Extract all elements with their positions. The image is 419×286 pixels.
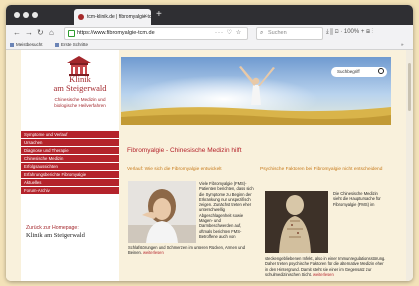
favicon-icon — [78, 14, 84, 20]
maximize-window-icon[interactable] — [32, 12, 38, 18]
tab-close-icon[interactable]: × — [143, 9, 147, 25]
new-tab-button[interactable]: + — [156, 8, 162, 22]
menu-item-symptome[interactable]: Symptome und Verlauf — [21, 131, 119, 138]
menu-item-erfahrungsberichte[interactable]: Erfahrungsberichte Fibromyalgie — [21, 171, 119, 178]
address-bar[interactable]: https://www.fibromyalgie-tcm.de ··· ♡ ☆ — [64, 27, 248, 40]
bookmark-item[interactable]: Meistbesucht — [10, 40, 43, 49]
tired-woman-photo — [128, 181, 196, 243]
acupuncture-figure-photo — [265, 191, 328, 253]
navigation-toolbar: ← → ↻ ⌂ https://www.fibromyalgie-tcm.de … — [6, 25, 413, 40]
bookmark-label: Meistbesucht — [16, 42, 43, 47]
close-window-icon[interactable] — [14, 12, 20, 18]
article-text-verlauf-continued: Schlafstörungen und Schmerzen im unteren… — [128, 245, 255, 256]
title-bar: tcm-klinik.de | fibromyalgie-tcm-de × + — [6, 5, 413, 25]
bookmarks-bar: Meistbesucht Erste Schritte » — [6, 40, 413, 50]
gear-icon — [10, 42, 14, 47]
menu-item-diagnose[interactable]: Diagnose und Therapie — [21, 147, 119, 154]
article-text-psychische-faktoren: Die Chinesische Medizin sieht die Hauptu… — [333, 191, 381, 207]
page-actions-icons[interactable]: ··· ♡ ☆ — [215, 28, 242, 39]
toolbar-right-icons[interactable]: ⤓ ⫼ ⊡ · 100% + ⊞ ⋮ — [326, 25, 373, 40]
lock-icon — [68, 30, 75, 37]
bookmark-label: Erste Schritte — [61, 42, 89, 47]
browser-window: tcm-klinik.de | fibromyalgie-tcm-de × + … — [6, 5, 413, 281]
site-search-input[interactable]: Suchbegriff — [331, 67, 387, 77]
article-text-psychische-faktoren-continued: steckengebliebenen Infekt, also in einer… — [265, 256, 387, 277]
address-url: https://www.fibromyalgie-tcm.de — [77, 30, 155, 36]
article-text-verlauf: Viele Fibromyalgie (FMS)-Patienten beric… — [199, 181, 254, 239]
browser-tab[interactable]: tcm-klinik.de | fibromyalgie-tcm-de × — [74, 9, 151, 25]
back-to-homepage[interactable]: Zurück zur Homepage: Klinik am Steigerwa… — [26, 225, 118, 240]
menu-item-forum-archiv[interactable]: Forum-Archiv — [21, 187, 119, 194]
search-icon[interactable] — [378, 68, 384, 74]
web-page: Klinik am Steigerwald Chinesische Medizi… — [6, 50, 406, 281]
bookmark-item[interactable]: Erste Schritte — [55, 40, 88, 49]
reload-icon[interactable]: ↻ — [37, 25, 44, 40]
firefox-icon — [55, 42, 59, 47]
forward-arrow-icon[interactable]: → — [25, 25, 33, 40]
article-heading-psychische-faktoren[interactable]: Psychische Faktoren bei Fibromyalgie nic… — [260, 167, 390, 173]
menu-item-chinesische-medizin[interactable]: Chinesische Medizin — [21, 155, 119, 162]
tab-title: tcm-klinik.de | fibromyalgie-tcm-de — [87, 14, 151, 20]
main-menu: Symptome und Verlauf Ursachen Diagnose u… — [21, 131, 119, 195]
browser-search-field[interactable]: ⌕ Suchen — [256, 27, 323, 40]
home-icon[interactable]: ⌂ — [49, 25, 54, 40]
read-more-link[interactable]: weiterlesen — [313, 272, 334, 277]
back-link[interactable]: Klinik am Steigerwald — [26, 232, 118, 240]
scrollbar-thumb[interactable] — [408, 63, 411, 111]
read-more-link[interactable]: weiterlesen — [143, 250, 164, 255]
menu-item-ursachen[interactable]: Ursachen — [21, 139, 119, 146]
back-label: Zurück zur Homepage: — [26, 225, 79, 231]
minimize-window-icon[interactable] — [23, 12, 29, 18]
browser-search-placeholder: Suchen — [268, 30, 287, 36]
page-title: Fibromyalgie - Chinesische Medizin hilft — [127, 147, 242, 154]
search-icon: ⌕ — [260, 30, 264, 36]
back-arrow-icon[interactable]: ← — [13, 25, 21, 40]
article-heading-verlauf[interactable]: Verlauf: Wie sich die Fibromyalgie entwi… — [127, 167, 222, 172]
bookmarks-overflow-icon[interactable]: » — [401, 40, 404, 49]
menu-item-aktuelles[interactable]: Aktuelles — [21, 179, 119, 186]
site-search-placeholder: Suchbegriff — [337, 69, 360, 74]
menu-item-erfolgsaussichten[interactable]: Erfolgsaussichten — [21, 163, 119, 170]
